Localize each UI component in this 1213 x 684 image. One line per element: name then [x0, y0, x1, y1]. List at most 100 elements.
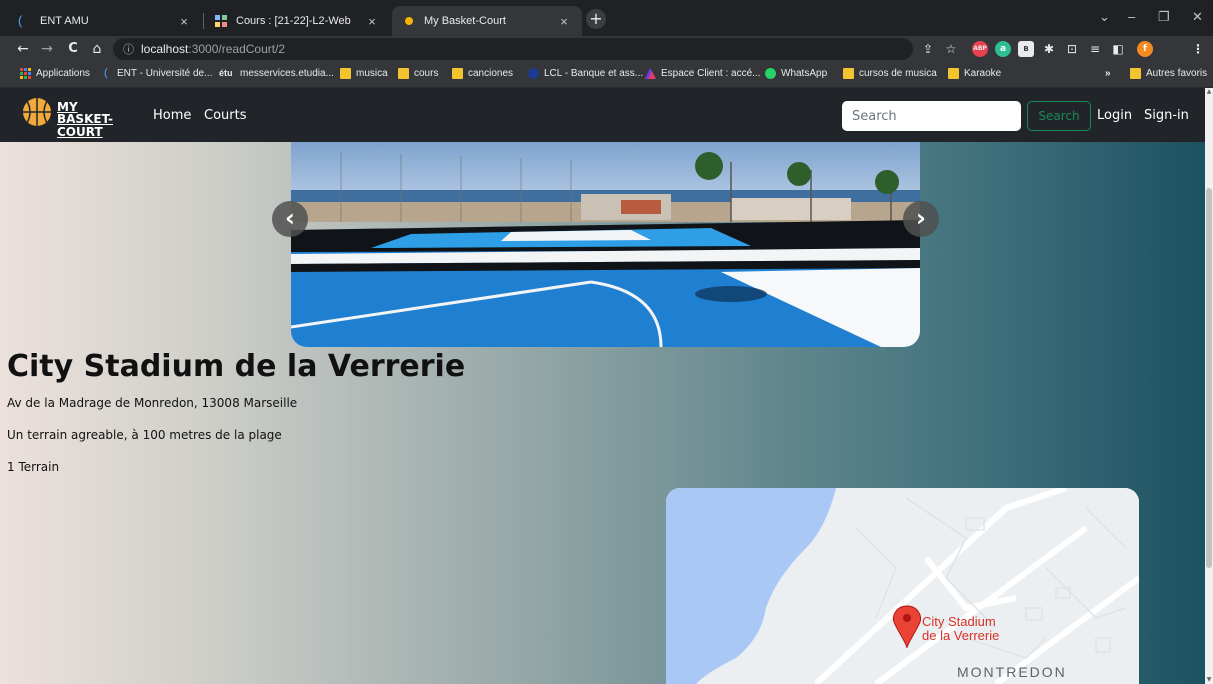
ent-favicon-icon: ( [18, 13, 23, 28]
bookmark-label: messervices.etudia... [240, 68, 334, 79]
bookmark-label: Autres favoris [1146, 68, 1208, 79]
signin-link[interactable]: Sign-in [1144, 108, 1189, 123]
bookmark-espace-client[interactable]: Espace Client : accé... [645, 68, 761, 79]
bookmark-label: ENT - Université de... [117, 68, 213, 79]
etu-favicon-icon: étu [219, 68, 233, 78]
basketball-logo-icon[interactable] [17, 97, 57, 127]
bookmark-lcl[interactable]: LCL - Banque et ass... [528, 68, 643, 79]
folder-icon [452, 68, 463, 79]
minimize-icon[interactable]: – [1128, 9, 1135, 24]
bookmark-whatsapp[interactable]: WhatsApp [765, 68, 827, 79]
basketball-favicon-icon [402, 14, 416, 28]
map-pin-label: City Stadium de la Verrerie [922, 615, 1042, 643]
bookmark-label: cours [414, 68, 439, 79]
whatsapp-icon [765, 68, 776, 79]
folder-icon [1130, 68, 1141, 79]
close-icon[interactable]: × [556, 14, 572, 29]
bookmark-musica[interactable]: musica [340, 68, 388, 79]
bookmark-cours[interactable]: cours [398, 68, 438, 79]
close-icon[interactable]: × [364, 14, 380, 29]
map-area-label: MONTREDON [957, 664, 1067, 680]
home-icon[interactable]: ⌂ [88, 40, 106, 58]
brand-line-2: COURT [57, 125, 103, 139]
tab-title: Cours : [21-22]-L2-Web [236, 15, 351, 27]
nav-home-link[interactable]: Home [153, 108, 191, 123]
lcl-favicon-icon [528, 68, 539, 79]
folder-icon [340, 68, 351, 79]
url-host: localhost [141, 42, 189, 56]
bookmark-karaoke[interactable]: Karaoke [948, 68, 1001, 79]
web-page: MY BASKET- COURT Home Courts Search Logi… [0, 88, 1213, 684]
bookmark-label: musica [356, 68, 388, 79]
map-tiles [666, 488, 1139, 684]
court-photo [291, 142, 920, 347]
browser-tabstrip: ( ENT AMU × Cours : [21-22]-L2-Web × My … [0, 0, 1213, 36]
folder-icon [948, 68, 959, 79]
tab-ent-amu[interactable]: ( ENT AMU × [8, 6, 202, 36]
new-tab-button[interactable]: + [586, 9, 606, 29]
bookmark-other-favorites[interactable]: Autres favoris [1130, 68, 1207, 79]
folder-icon [398, 68, 409, 79]
scroll-down-arrow-icon[interactable]: ▼ [1205, 676, 1213, 684]
side-panel-icon[interactable]: ◧ [1110, 41, 1126, 57]
tab-search-icon[interactable]: ⌄ [1099, 9, 1110, 25]
folder-icon [843, 68, 854, 79]
reading-list-icon[interactable]: ≡ [1087, 41, 1103, 57]
login-link[interactable]: Login [1097, 108, 1132, 123]
carousel-next-button[interactable]: › [903, 201, 939, 237]
profile-avatar-icon[interactable]: f [1137, 41, 1153, 57]
browser-toolbar: ← → C ⌂ ⓘ localhost:3000/readCourt/2 ⇪ ☆… [0, 36, 1213, 62]
site-brand[interactable]: MY BASKET- COURT [57, 101, 137, 138]
scroll-up-arrow-icon[interactable]: ▲ [1205, 88, 1213, 96]
map-pin-label-line-2: de la Verrerie [922, 628, 1000, 643]
bookmark-label: Applications [36, 68, 90, 79]
bookmark-canciones[interactable]: canciones [452, 68, 513, 79]
window-close-icon[interactable]: ✕ [1192, 9, 1203, 25]
close-icon[interactable]: × [176, 14, 192, 29]
court-description: Un terrain agreable, à 100 metres de la … [7, 428, 282, 442]
court-map[interactable]: City Stadium de la Verrerie MONTREDON [666, 488, 1139, 684]
extension-a-icon[interactable]: a [995, 41, 1011, 57]
bookmark-ent-universite[interactable]: ( ENT - Université de... [104, 67, 213, 80]
bookmark-label: LCL - Banque et ass... [544, 68, 644, 79]
tab-my-basket-court[interactable]: My Basket-Court × [392, 6, 582, 36]
court-carousel[interactable] [291, 142, 920, 347]
reload-icon[interactable]: C [64, 40, 82, 58]
tab-title: My Basket-Court [424, 15, 506, 27]
extensions-puzzle-icon[interactable]: ✱ [1041, 41, 1057, 57]
forward-icon[interactable]: → [38, 40, 56, 58]
bookmark-messervices[interactable]: étu messervices.etudia... [219, 68, 334, 79]
carousel-prev-button[interactable]: ‹ [272, 201, 308, 237]
browser-menu-icon[interactable]: ⋮ [1190, 41, 1206, 57]
court-terrain-count: 1 Terrain [7, 460, 60, 474]
court-title: City Stadium de la Verrerie [7, 349, 466, 384]
restore-icon[interactable]: ❐ [1158, 9, 1170, 25]
bookmark-cursos-de-musica[interactable]: cursos de musica [843, 68, 937, 79]
extension-b-icon[interactable]: B [1018, 41, 1034, 57]
search-button[interactable]: Search [1027, 101, 1091, 131]
espace-client-favicon-icon [645, 68, 656, 79]
court-address: Av de la Madrage de Monredon, 13008 Mars… [7, 396, 298, 410]
bookmark-label: cursos de musica [859, 68, 937, 79]
page-content: ‹ › City Stadium de la Verrerie Av de la… [0, 142, 1205, 684]
nav-courts-link[interactable]: Courts [204, 108, 247, 123]
cast-icon[interactable]: ⊡ [1064, 41, 1080, 57]
search-input[interactable] [842, 101, 1021, 131]
brand-line-1: MY BASKET- [57, 100, 113, 126]
address-bar[interactable]: ⓘ localhost:3000/readCourt/2 [113, 38, 913, 60]
share-icon[interactable]: ⇪ [920, 41, 936, 57]
ent-favicon-icon: ( [104, 67, 108, 79]
bookmarks-bar: Applications ( ENT - Université de... ét… [0, 62, 1213, 88]
site-info-icon[interactable]: ⓘ [123, 41, 134, 57]
bookmark-applications[interactable]: Applications [20, 68, 90, 79]
back-icon[interactable]: ← [14, 40, 32, 58]
map-pin-label-line-1: City Stadium [922, 614, 996, 629]
adblock-icon[interactable]: ABP [972, 41, 988, 57]
moodle-favicon-icon [214, 14, 228, 28]
scrollbar-thumb[interactable] [1206, 188, 1212, 568]
bookmark-star-icon[interactable]: ☆ [943, 41, 959, 57]
tab-cours[interactable]: Cours : [21-22]-L2-Web × [204, 6, 390, 36]
bookmark-label: Karaoke [964, 68, 1002, 79]
bookmarks-overflow-button[interactable]: » [1105, 68, 1111, 79]
tab-title: ENT AMU [40, 15, 89, 27]
